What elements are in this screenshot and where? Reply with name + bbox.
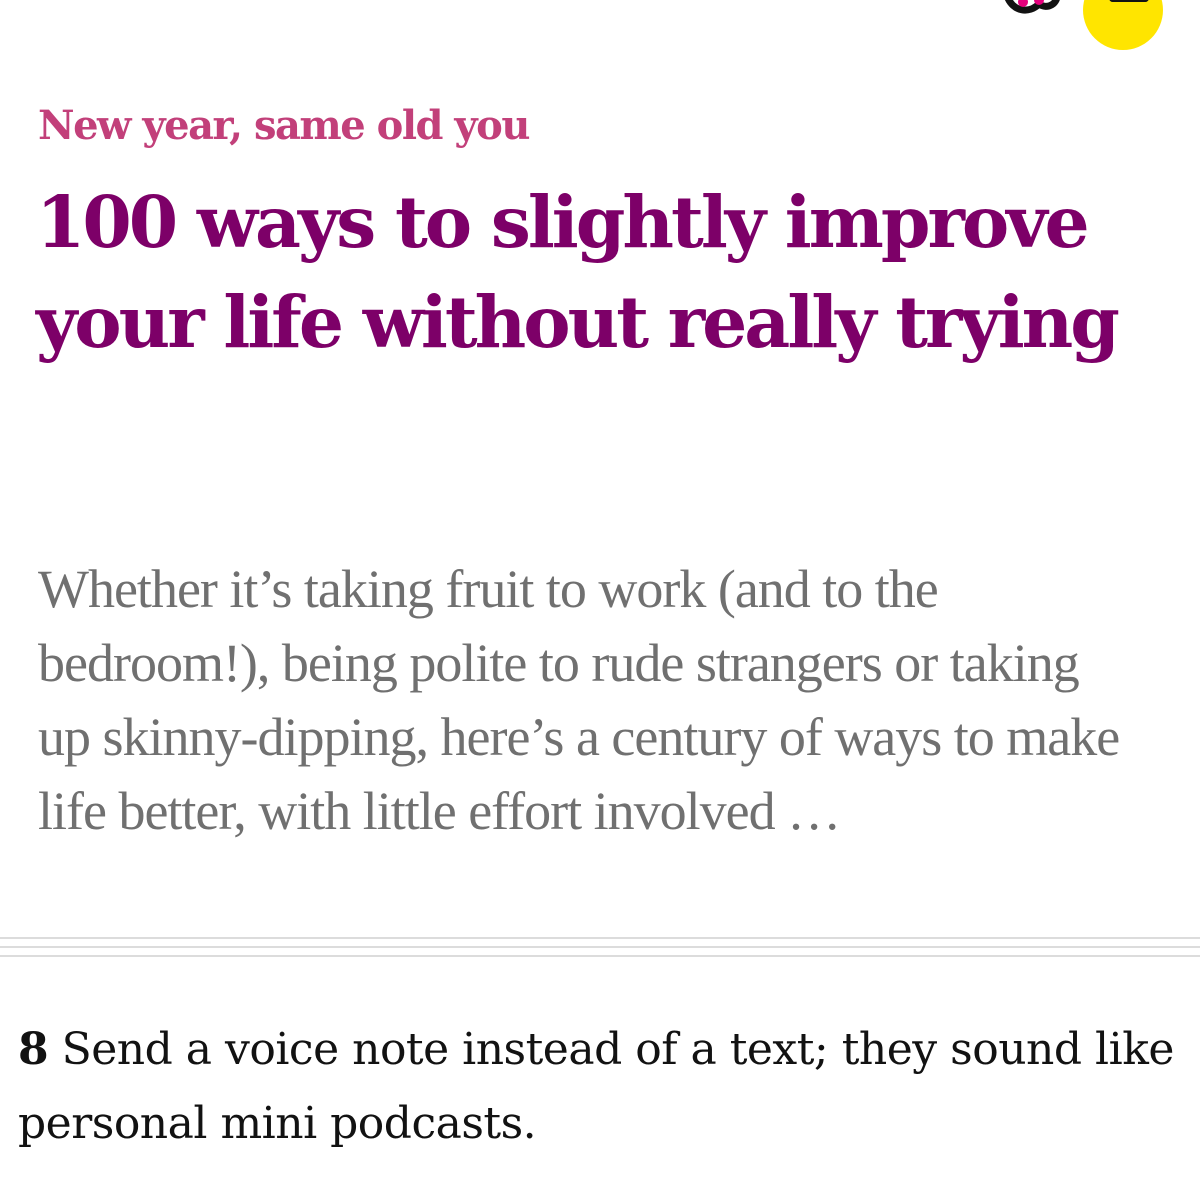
article-headline: 100 ways to slightly improve your life w… [36,180,1120,364]
partial-icon[interactable] [1003,0,1061,14]
article-page: New year, same old you 100 ways to sligh… [0,0,1200,1200]
account-icon[interactable] [1083,0,1163,50]
divider [0,946,1200,948]
divider [0,955,1200,957]
divider [0,937,1200,939]
list-item-number: 8 [18,1024,49,1075]
list-item: 8 Send a voice note instead of a text; t… [18,1013,1188,1161]
list-item-text: Send a voice note instead of a text; the… [18,1024,1174,1149]
article-standfirst: Whether it’s taking fruit to work (and t… [38,559,1120,841]
account-icon-glyph [1109,0,1149,2]
article-kicker: New year, same old you [38,102,530,149]
